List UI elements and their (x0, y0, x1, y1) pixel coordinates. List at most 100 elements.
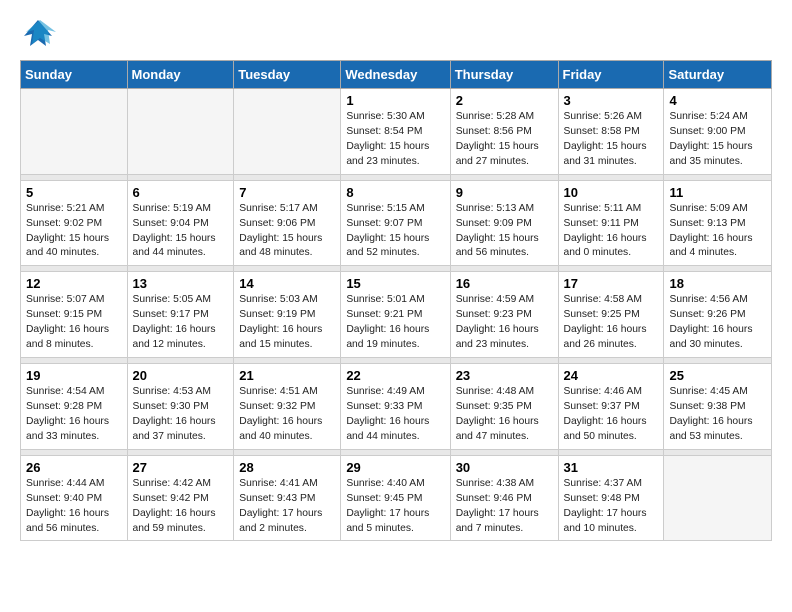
day-number: 11 (669, 185, 766, 200)
day-detail: Sunrise: 5:17 AM Sunset: 9:06 PM Dayligh… (239, 202, 335, 262)
calendar-day-cell (127, 89, 234, 175)
calendar-week-row: 12Sunrise: 5:07 AM Sunset: 9:15 PM Dayli… (21, 272, 772, 358)
day-detail: Sunrise: 5:09 AM Sunset: 9:13 PM Dayligh… (669, 202, 766, 262)
day-detail: Sunrise: 5:11 AM Sunset: 9:11 PM Dayligh… (564, 202, 659, 262)
day-detail: Sunrise: 5:15 AM Sunset: 9:07 PM Dayligh… (346, 202, 444, 262)
day-number: 16 (456, 276, 553, 291)
weekday-row: SundayMondayTuesdayWednesdayThursdayFrid… (21, 61, 772, 89)
day-number: 3 (564, 93, 659, 108)
calendar-day-cell: 21 Sunrise: 4:51 AM Sunset: 9:32 PM Dayli… (234, 364, 341, 450)
calendar-week-row: 19 Sunrise: 4:54 AM Sunset: 9:28 PM Dayli… (21, 364, 772, 450)
calendar-day-cell: 23 Sunrise: 4:48 AM Sunset: 9:35 PM Dayli… (450, 364, 558, 450)
day-detail: Sunrise: 5:03 AM Sunset: 9:19 PM Dayligh… (239, 293, 335, 353)
day-detail: Sunrise: 5:30 AM Sunset: 8:54 PM Dayligh… (346, 110, 444, 170)
calendar-day-cell: 18 Sunrise: 4:56 AM Sunset: 9:26 PM Dayli… (664, 272, 772, 358)
calendar-day-cell: 1Sunrise: 5:30 AM Sunset: 8:54 PM Daylig… (341, 89, 450, 175)
calendar-day-cell: 13Sunrise: 5:05 AM Sunset: 9:17 PM Dayli… (127, 272, 234, 358)
logo (20, 16, 60, 52)
calendar-day-cell: 4 Sunrise: 5:24 AM Sunset: 9:00 PM Daylig… (664, 89, 772, 175)
day-number: 21 (239, 368, 335, 383)
calendar-day-cell (234, 89, 341, 175)
day-number: 2 (456, 93, 553, 108)
day-detail: Sunrise: 4:45 AM Sunset: 9:38 PM Dayligh… (669, 385, 766, 445)
calendar-header: SundayMondayTuesdayWednesdayThursdayFrid… (21, 61, 772, 89)
day-number: 24 (564, 368, 659, 383)
calendar-day-cell: 25 Sunrise: 4:45 AM Sunset: 9:38 PM Dayli… (664, 364, 772, 450)
calendar-day-cell: 24 Sunrise: 4:46 AM Sunset: 9:37 PM Dayli… (558, 364, 664, 450)
logo-bird-icon (20, 16, 56, 52)
day-detail: Sunrise: 4:49 AM Sunset: 9:33 PM Dayligh… (346, 385, 444, 445)
weekday-header: Thursday (450, 61, 558, 89)
day-number: 14 (239, 276, 335, 291)
calendar-day-cell: 27Sunrise: 4:42 AM Sunset: 9:42 PM Dayli… (127, 455, 234, 541)
calendar-day-cell: 15Sunrise: 5:01 AM Sunset: 9:21 PM Dayli… (341, 272, 450, 358)
day-number: 9 (456, 185, 553, 200)
day-number: 7 (239, 185, 335, 200)
calendar-week-row: 1Sunrise: 5:30 AM Sunset: 8:54 PM Daylig… (21, 89, 772, 175)
day-number: 22 (346, 368, 444, 383)
calendar-day-cell: 28 Sunrise: 4:41 AM Sunset: 9:43 PM Dayli… (234, 455, 341, 541)
day-number: 10 (564, 185, 659, 200)
day-number: 20 (133, 368, 229, 383)
day-number: 26 (26, 460, 122, 475)
day-detail: Sunrise: 4:59 AM Sunset: 9:23 PM Dayligh… (456, 293, 553, 353)
day-number: 25 (669, 368, 766, 383)
day-number: 19 (26, 368, 122, 383)
day-detail: Sunrise: 4:37 AM Sunset: 9:48 PM Dayligh… (564, 477, 659, 537)
calendar-day-cell: 7 Sunrise: 5:17 AM Sunset: 9:06 PM Daylig… (234, 180, 341, 266)
day-number: 8 (346, 185, 444, 200)
calendar-body: 1Sunrise: 5:30 AM Sunset: 8:54 PM Daylig… (21, 89, 772, 541)
day-detail: Sunrise: 4:53 AM Sunset: 9:30 PM Dayligh… (133, 385, 229, 445)
day-number: 6 (133, 185, 229, 200)
weekday-header: Saturday (664, 61, 772, 89)
day-detail: Sunrise: 4:46 AM Sunset: 9:37 PM Dayligh… (564, 385, 659, 445)
day-detail: Sunrise: 5:24 AM Sunset: 9:00 PM Dayligh… (669, 110, 766, 170)
weekday-header: Wednesday (341, 61, 450, 89)
calendar-day-cell: 10 Sunrise: 5:11 AM Sunset: 9:11 PM Dayli… (558, 180, 664, 266)
day-detail: Sunrise: 4:56 AM Sunset: 9:26 PM Dayligh… (669, 293, 766, 353)
day-detail: Sunrise: 4:51 AM Sunset: 9:32 PM Dayligh… (239, 385, 335, 445)
day-number: 23 (456, 368, 553, 383)
day-detail: Sunrise: 5:21 AM Sunset: 9:02 PM Dayligh… (26, 202, 122, 262)
day-number: 17 (564, 276, 659, 291)
day-detail: Sunrise: 5:13 AM Sunset: 9:09 PM Dayligh… (456, 202, 553, 262)
weekday-header: Tuesday (234, 61, 341, 89)
day-number: 30 (456, 460, 553, 475)
day-detail: Sunrise: 4:48 AM Sunset: 9:35 PM Dayligh… (456, 385, 553, 445)
calendar-day-cell: 11 Sunrise: 5:09 AM Sunset: 9:13 PM Dayli… (664, 180, 772, 266)
calendar-day-cell: 2Sunrise: 5:28 AM Sunset: 8:56 PM Daylig… (450, 89, 558, 175)
calendar-day-cell: 16 Sunrise: 4:59 AM Sunset: 9:23 PM Dayli… (450, 272, 558, 358)
calendar-day-cell: 8 Sunrise: 5:15 AM Sunset: 9:07 PM Daylig… (341, 180, 450, 266)
calendar-day-cell: 31 Sunrise: 4:37 AM Sunset: 9:48 PM Dayli… (558, 455, 664, 541)
day-detail: Sunrise: 5:19 AM Sunset: 9:04 PM Dayligh… (133, 202, 229, 262)
calendar-day-cell: 22 Sunrise: 4:49 AM Sunset: 9:33 PM Dayli… (341, 364, 450, 450)
day-number: 18 (669, 276, 766, 291)
day-number: 5 (26, 185, 122, 200)
calendar-day-cell: 30Sunrise: 4:38 AM Sunset: 9:46 PM Dayli… (450, 455, 558, 541)
calendar-table: SundayMondayTuesdayWednesdayThursdayFrid… (20, 60, 772, 541)
calendar-week-row: 26 Sunrise: 4:44 AM Sunset: 9:40 PM Dayli… (21, 455, 772, 541)
calendar-day-cell (664, 455, 772, 541)
calendar-day-cell: 20 Sunrise: 4:53 AM Sunset: 9:30 PM Dayli… (127, 364, 234, 450)
calendar-day-cell: 26 Sunrise: 4:44 AM Sunset: 9:40 PM Dayli… (21, 455, 128, 541)
header (20, 16, 772, 52)
day-number: 29 (346, 460, 444, 475)
day-number: 12 (26, 276, 122, 291)
day-number: 28 (239, 460, 335, 475)
day-detail: Sunrise: 4:54 AM Sunset: 9:28 PM Dayligh… (26, 385, 122, 445)
calendar-day-cell: 5 Sunrise: 5:21 AM Sunset: 9:02 PM Daylig… (21, 180, 128, 266)
day-number: 31 (564, 460, 659, 475)
day-number: 4 (669, 93, 766, 108)
calendar-day-cell: 29Sunrise: 4:40 AM Sunset: 9:45 PM Dayli… (341, 455, 450, 541)
calendar-day-cell: 9 Sunrise: 5:13 AM Sunset: 9:09 PM Daylig… (450, 180, 558, 266)
day-detail: Sunrise: 4:44 AM Sunset: 9:40 PM Dayligh… (26, 477, 122, 537)
day-number: 13 (133, 276, 229, 291)
day-number: 15 (346, 276, 444, 291)
calendar-day-cell: 17Sunrise: 4:58 AM Sunset: 9:25 PM Dayli… (558, 272, 664, 358)
calendar-day-cell: 19 Sunrise: 4:54 AM Sunset: 9:28 PM Dayli… (21, 364, 128, 450)
calendar-day-cell: 12Sunrise: 5:07 AM Sunset: 9:15 PM Dayli… (21, 272, 128, 358)
day-detail: Sunrise: 4:41 AM Sunset: 9:43 PM Dayligh… (239, 477, 335, 537)
calendar-week-row: 5 Sunrise: 5:21 AM Sunset: 9:02 PM Daylig… (21, 180, 772, 266)
weekday-header: Friday (558, 61, 664, 89)
day-detail: Sunrise: 5:26 AM Sunset: 8:58 PM Dayligh… (564, 110, 659, 170)
